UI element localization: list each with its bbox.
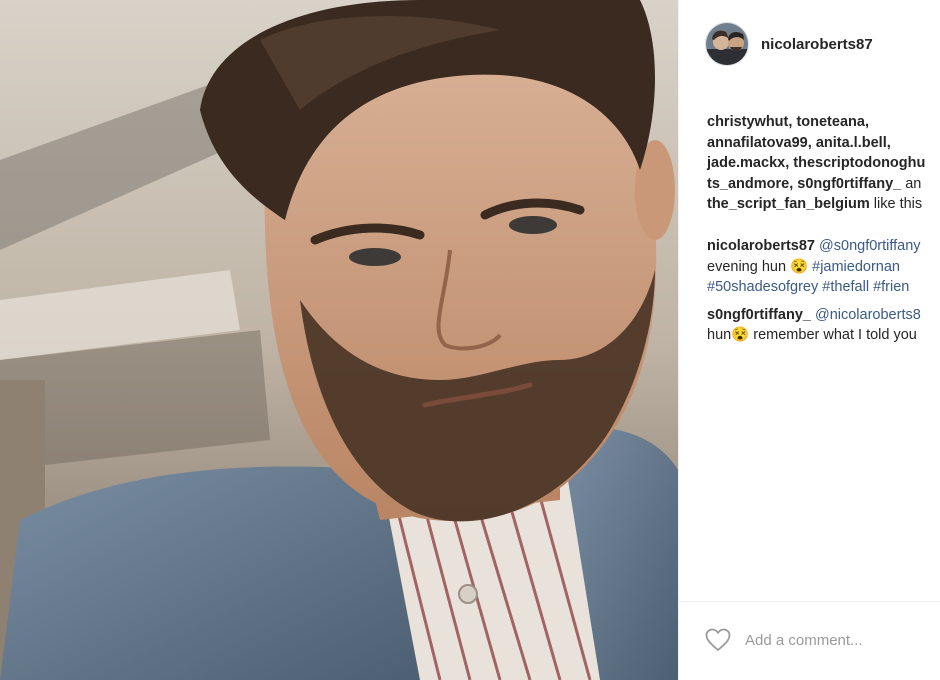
liker-name[interactable]: toneteana (796, 114, 865, 130)
comment-item: s0ngf0rtiffany_ @nicolaroberts8 hun😵 rem… (707, 305, 940, 346)
avatar-photo-icon (706, 23, 748, 65)
likes-line-3: jade.mackx, thescriptodonoghu (707, 155, 926, 171)
post-username[interactable]: nicolaroberts87 (761, 36, 873, 53)
post-header: nicolaroberts87 (679, 0, 940, 88)
hashtag-link[interactable]: #50shadesofgrey (707, 279, 818, 295)
comment-author[interactable]: s0ngf0rtiffany_ (707, 307, 811, 323)
portrait-image (0, 0, 678, 680)
liker-name[interactable]: anita.l.bell (816, 135, 887, 151)
liker-name[interactable]: christywhut (707, 114, 788, 130)
hashtag-link[interactable]: #thefall (822, 279, 869, 295)
likes-line-4: ts_andmore, s0ngf0rtiffany_ an (707, 175, 922, 192)
avatar[interactable] (705, 22, 749, 66)
hashtag-link[interactable]: #jamiedornan (812, 259, 900, 275)
comment-mention[interactable]: @nicolaroberts8 (815, 307, 921, 323)
liker-name[interactable]: the_script_fan_belgium (707, 196, 870, 212)
post-photo[interactable] (0, 0, 678, 680)
likes-line-1: christywhut, toneteana, (707, 114, 869, 130)
likes-line-5: the_script_fan_belgium like this (707, 196, 923, 212)
comment-text: evening hun 😵 (707, 258, 813, 275)
comment-item: nicolaroberts87 @s0ngf0rtiffany evening … (707, 236, 940, 298)
comment-list: nicolaroberts87 @s0ngf0rtiffany evening … (707, 236, 940, 353)
post-sidebar: nicolaroberts87 christywhut, toneteana, … (678, 0, 940, 680)
comment-text: hun😵 remember what I told you (707, 327, 917, 343)
liker-name[interactable]: jade.mackx (707, 155, 785, 171)
add-comment-input[interactable] (745, 629, 935, 651)
liker-name[interactable]: ts_andmore (707, 176, 789, 192)
likes-summary: christywhut, toneteana, annafilatova99, … (707, 112, 940, 215)
hashtag-link[interactable]: #frien (873, 279, 909, 295)
heart-outline-icon[interactable] (705, 628, 731, 652)
comment-author[interactable]: nicolaroberts87 (707, 238, 815, 254)
comment-mention[interactable]: @s0ngf0rtiffany (819, 238, 921, 254)
liker-name[interactable]: s0ngf0rtiffany_ (797, 176, 901, 192)
likes-line-2: annafilatova99, anita.l.bell, (707, 134, 891, 151)
liker-name[interactable]: annafilatova99 (707, 135, 808, 151)
liker-name[interactable]: thescriptodonoghu (793, 155, 925, 171)
comment-footer (679, 601, 940, 680)
